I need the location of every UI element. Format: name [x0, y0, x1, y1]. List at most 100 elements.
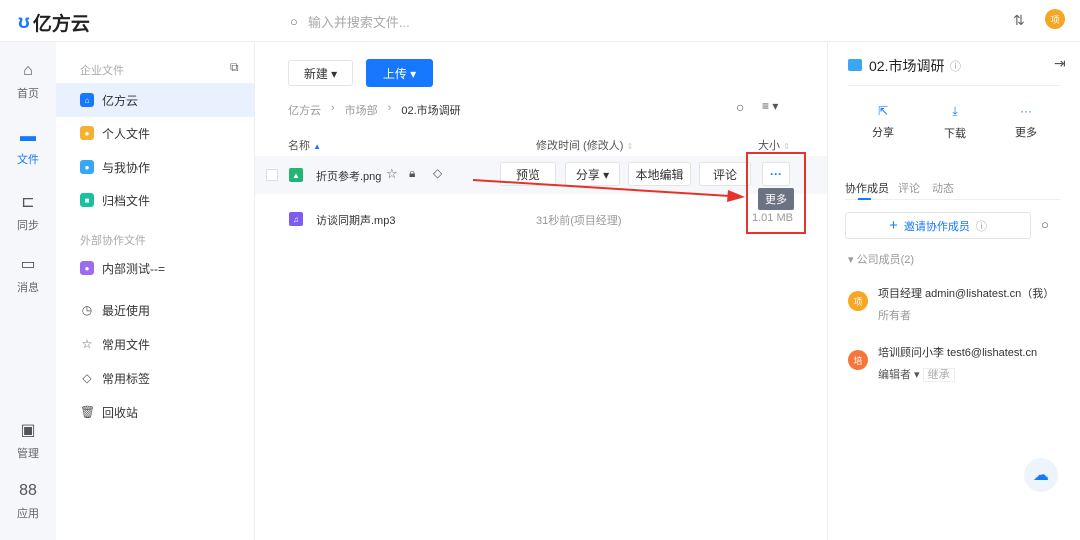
user-avatar[interactable]: 项 — [1045, 9, 1065, 29]
tag-icon[interactable]: ◇ — [433, 166, 442, 180]
header-label: 大小 — [758, 140, 780, 152]
header-modified[interactable]: 修改时间 (修改人) ⇕ — [536, 137, 633, 153]
panel-download-button[interactable]: ⤓ 下载 — [935, 104, 975, 141]
sidebar-item-archive[interactable]: ■ 归档文件 — [56, 183, 254, 217]
view-toggle-icon[interactable]: ≡ ▾ — [762, 99, 778, 113]
comment-button[interactable]: 评论 — [699, 162, 751, 186]
local-edit-button[interactable]: 本地编辑 — [628, 162, 691, 186]
rail-admin[interactable]: ▣ 管理 — [0, 420, 56, 461]
sidebar-item-recent[interactable]: ◷ 最近使用 — [56, 293, 254, 327]
sidebar-item-favorites[interactable]: ☆ 常用文件 — [56, 327, 254, 361]
panel-share-button[interactable]: ⇱ 分享 — [863, 104, 903, 140]
clock-icon: ◷ — [81, 303, 93, 317]
search-icon: ○ — [290, 14, 298, 29]
rail-label: 应用 — [17, 508, 39, 520]
table-row[interactable]: ▲ 折页参考.png ☆ 🔒︎ ◇ 预览 分享 ▾ 本地编辑 评论 ··· — [255, 156, 827, 194]
tab-comments[interactable]: 评论 — [898, 180, 920, 196]
sidebar-item-shared[interactable]: ● 与我协作 — [56, 150, 254, 184]
header-label: 名称 — [288, 140, 310, 152]
org-chart-icon[interactable]: ⧉ — [230, 60, 239, 75]
sync-folder-icon: ⊏ — [21, 194, 35, 211]
item-label: 常用文件 — [102, 337, 151, 352]
action-label: 分享 — [872, 127, 894, 139]
file-name[interactable]: 访谈同期声.mp3 — [316, 212, 395, 228]
group-icon: ● — [80, 261, 94, 275]
star-icon[interactable]: ☆ — [386, 166, 398, 182]
panel-more-button[interactable]: ··· 更多 — [1006, 104, 1046, 140]
logo[interactable]: ʊ 亿方云 — [18, 9, 90, 36]
item-label: 个人文件 — [102, 126, 151, 141]
group-icon: ● — [80, 160, 94, 174]
search-input[interactable]: ○ 输入并搜索文件... — [290, 12, 410, 31]
modified-time: 31秒前(项目经理) — [536, 215, 622, 227]
person-icon: ● — [80, 126, 94, 140]
member-role: 所有者 — [878, 310, 911, 322]
rail-home[interactable]: ⌂ 首页 — [0, 62, 56, 101]
transfer-icon[interactable]: ⇅ — [1013, 12, 1025, 29]
info-icon[interactable]: ⓘ — [950, 58, 961, 74]
breadcrumb-current: 02.市场调研 — [401, 105, 461, 117]
more-icon: ··· — [1020, 104, 1032, 118]
breadcrumb-item[interactable]: 亿方云 — [288, 102, 321, 118]
share-button[interactable]: 分享 ▾ — [565, 162, 620, 186]
header-size[interactable]: 大小 ⇕ — [758, 137, 790, 153]
rail-files[interactable]: ▬ 文件 — [0, 128, 56, 167]
sidebar-item-internal-test[interactable]: ● 内部测试--= — [56, 251, 254, 285]
rail-messages[interactable]: ▭ 消息 — [0, 254, 56, 295]
tab-activity[interactable]: 动态 — [932, 180, 954, 196]
row-checkbox[interactable] — [266, 169, 278, 181]
invite-member-button[interactable]: + 邀请协作成员 ⓘ — [845, 212, 1031, 239]
header-name[interactable]: 名称 ▲ — [288, 137, 321, 153]
top-bar: ʊ 亿方云 ○ 输入并搜索文件... ⇅ 项 — [0, 0, 1080, 42]
item-label: 与我协作 — [102, 160, 151, 175]
star-icon: ☆ — [81, 337, 93, 351]
search-icon[interactable]: ○ — [736, 99, 744, 115]
file-name[interactable]: 折页参考.png — [316, 168, 381, 184]
item-label: 归档文件 — [102, 193, 151, 208]
breadcrumb-item[interactable]: 市场部 — [345, 102, 378, 118]
preview-button[interactable]: 预览 — [500, 162, 556, 186]
upload-button[interactable]: 上传 ▾ — [366, 59, 433, 87]
item-label: 常用标签 — [102, 371, 151, 386]
tab-divider — [845, 199, 1060, 200]
rail-label: 消息 — [17, 282, 39, 294]
sidebar-item-trash[interactable]: 🗑 回收站 — [56, 395, 254, 429]
member-search-icon[interactable]: ○ — [1041, 217, 1049, 232]
tab-members[interactable]: 协作成员 — [845, 180, 889, 196]
image-file-icon: ▲ — [289, 168, 303, 182]
avatar: 培 — [848, 350, 868, 370]
rail-apps[interactable]: 88 应用 — [0, 482, 56, 521]
tag-icon: ◇ — [82, 371, 92, 385]
info-icon: ⓘ — [975, 220, 987, 233]
sidebar-item-personal[interactable]: ● 个人文件 — [56, 116, 254, 150]
new-button[interactable]: 新建 ▾ — [288, 60, 353, 86]
invite-label: 邀请协作成员 — [903, 220, 970, 233]
member-group-toggle[interactable]: ▾ 公司成员(2) — [848, 251, 914, 267]
home-icon: ⌂ — [23, 62, 33, 79]
breadcrumb: 亿方云 › 市场部 › 02.市场调研 — [288, 102, 461, 118]
member-name: 项目经理 admin@lishatest.cn（我） — [878, 288, 1055, 300]
sidebar-item-yifangyun[interactable]: ⌂ 亿方云 — [56, 83, 254, 117]
rail-sync[interactable]: ⊏ 同步 — [0, 192, 56, 233]
lock-icon[interactable]: 🔒︎ — [409, 166, 415, 181]
archive-icon: ■ — [80, 193, 94, 207]
collapse-panel-icon[interactable]: ⇥ — [1054, 55, 1066, 72]
apps-icon: 88 — [19, 482, 37, 499]
member-name: 培训顾问小李 test6@lishatest.cn — [878, 347, 1038, 359]
folder-icon — [848, 59, 862, 71]
admin-icon: ▣ — [20, 422, 36, 439]
highlight-box — [746, 152, 806, 234]
action-label: 下载 — [944, 128, 966, 140]
table-row[interactable]: ♫ 访谈同期声.mp3 31秒前(项目经理) 1.01 MB — [255, 200, 827, 238]
plus-icon: + — [889, 217, 898, 234]
audio-file-icon: ♫ — [289, 212, 303, 226]
file-sidebar: 企业文件 ⧉ ⌂ 亿方云 ● 个人文件 ● 与我协作 ■ 归档文件 外部协作文件 ● 内部… — [56, 42, 255, 540]
nav-rail: ⌂ 首页 ▬ 文件 ⊏ 同步 ▭ 消息 ▣ 管理 88 应用 — [0, 42, 56, 540]
item-label: 回收站 — [102, 405, 139, 420]
assistant-mascot-icon[interactable]: ☁ — [1024, 458, 1058, 492]
item-label: 内部测试--= — [102, 261, 166, 276]
trash-icon: 🗑 — [80, 405, 96, 419]
role-dropdown[interactable]: 编辑者 ▾ — [878, 369, 920, 381]
sidebar-item-tags[interactable]: ◇ 常用标签 — [56, 361, 254, 395]
avatar: 项 — [848, 291, 868, 311]
